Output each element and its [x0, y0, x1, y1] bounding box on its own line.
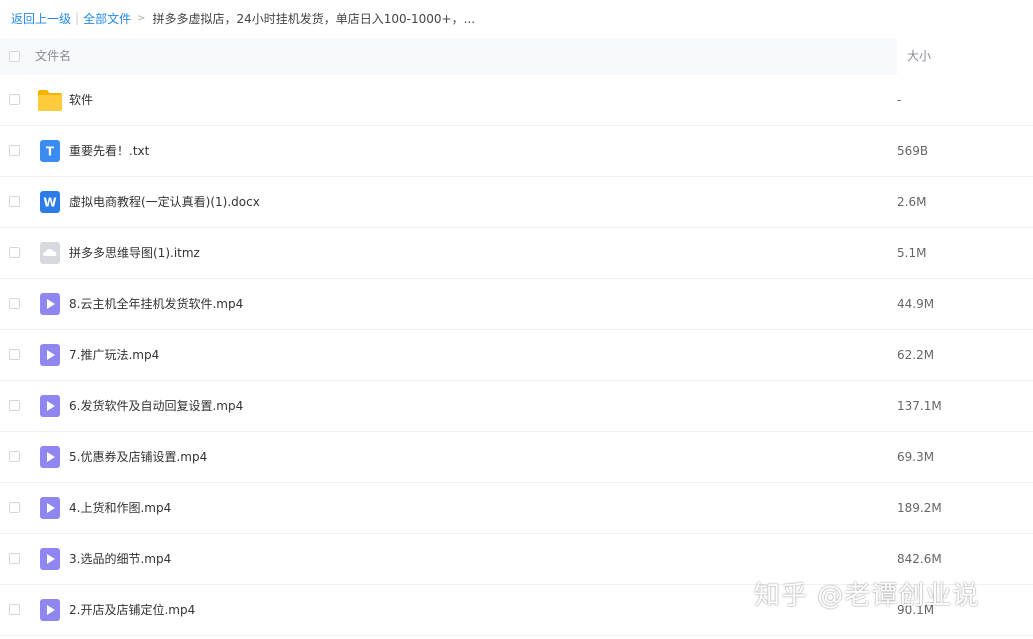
file-name[interactable]: 拼多多思维导图(1).itmz: [69, 228, 200, 278]
file-size: 69.3M: [897, 450, 935, 464]
file-name[interactable]: 虚拟电商教程(一定认真看)(1).docx: [69, 177, 260, 227]
file-row[interactable]: W 虚拟电商教程(一定认真看)(1).docx 2.6M: [0, 177, 1033, 228]
file-size: 569B: [897, 144, 929, 158]
chevron-right-icon: >: [137, 12, 146, 24]
folder-row[interactable]: 软件 -: [0, 75, 1033, 126]
row-checkbox[interactable]: [9, 247, 20, 258]
all-files-link[interactable]: 全部文件: [83, 10, 131, 27]
word-file-icon: W: [40, 191, 60, 213]
row-checkbox[interactable]: [9, 502, 20, 513]
video-file-icon: [40, 395, 60, 417]
row-checkbox[interactable]: [9, 400, 20, 411]
row-checkbox[interactable]: [9, 604, 20, 615]
row-checkbox[interactable]: [9, 349, 20, 360]
video-file-icon: [40, 344, 60, 366]
size-column-header[interactable]: 大小: [907, 38, 931, 75]
breadcrumb-separator: |: [75, 11, 80, 25]
file-size: 842.6M: [897, 552, 942, 566]
folder-icon: [38, 90, 62, 111]
current-folder-title: 拼多多虚拟店，24小时挂机发货，单店日入100-1000+，...: [152, 11, 476, 26]
name-column-header[interactable]: 文件名: [0, 38, 897, 75]
svg-text:W: W: [43, 196, 56, 210]
file-size: 137.1M: [897, 399, 942, 413]
file-name[interactable]: 3.选品的细节.mp4: [69, 534, 171, 584]
file-name[interactable]: 4.上货和作图.mp4: [69, 483, 171, 533]
row-checkbox[interactable]: [9, 298, 20, 309]
file-size: 62.2M: [897, 348, 935, 362]
watermark: 知乎 @老谭创业说: [754, 581, 980, 611]
file-name[interactable]: 2.开店及店铺定位.mp4: [69, 585, 195, 635]
file-name[interactable]: 重要先看！.txt: [69, 126, 149, 176]
row-checkbox[interactable]: [9, 94, 20, 105]
file-size: 189.2M: [897, 501, 942, 515]
file-row[interactable]: 7.推广玩法.mp4 62.2M: [0, 330, 1033, 381]
file-size: 5.1M: [897, 246, 927, 260]
row-checkbox[interactable]: [9, 196, 20, 207]
row-checkbox[interactable]: [9, 553, 20, 564]
file-name[interactable]: 软件: [69, 75, 93, 125]
file-name[interactable]: 6.发货软件及自动回复设置.mp4: [69, 381, 243, 431]
file-row[interactable]: T 重要先看！.txt 569B: [0, 126, 1033, 177]
file-row[interactable]: 4.上货和作图.mp4 189.2M: [0, 483, 1033, 534]
video-file-icon: [40, 497, 60, 519]
video-file-icon: [40, 446, 60, 468]
video-file-icon: [40, 599, 60, 621]
svg-text:T: T: [46, 145, 55, 159]
file-row[interactable]: 拼多多思维导图(1).itmz 5.1M: [0, 228, 1033, 279]
row-checkbox[interactable]: [9, 145, 20, 156]
file-size: -: [897, 93, 902, 107]
file-name[interactable]: 7.推广玩法.mp4: [69, 330, 159, 380]
file-row[interactable]: 8.云主机全年挂机发货软件.mp4 44.9M: [0, 279, 1033, 330]
video-file-icon: [40, 293, 60, 315]
name-column-label: 文件名: [35, 49, 72, 63]
breadcrumb: 返回上一级 | 全部文件 > 拼多多虚拟店，24小时挂机发货，单店日入100-1…: [11, 0, 1021, 36]
file-size: 2.6M: [897, 195, 927, 209]
file-name[interactable]: 5.优惠券及店铺设置.mp4: [69, 432, 207, 482]
file-row[interactable]: 5.优惠券及店铺设置.mp4 69.3M: [0, 432, 1033, 483]
file-row[interactable]: 6.发货软件及自动回复设置.mp4 137.1M: [0, 381, 1033, 432]
file-name[interactable]: 8.云主机全年挂机发货软件.mp4: [69, 279, 243, 329]
mindmap-file-icon: [40, 242, 60, 264]
file-size: 44.9M: [897, 297, 935, 311]
back-link[interactable]: 返回上一级: [11, 10, 71, 27]
select-all-checkbox[interactable]: [9, 51, 20, 62]
txt-file-icon: T: [40, 140, 60, 162]
file-list-header: 文件名 大小: [0, 38, 1033, 75]
row-checkbox[interactable]: [9, 451, 20, 462]
video-file-icon: [40, 548, 60, 570]
